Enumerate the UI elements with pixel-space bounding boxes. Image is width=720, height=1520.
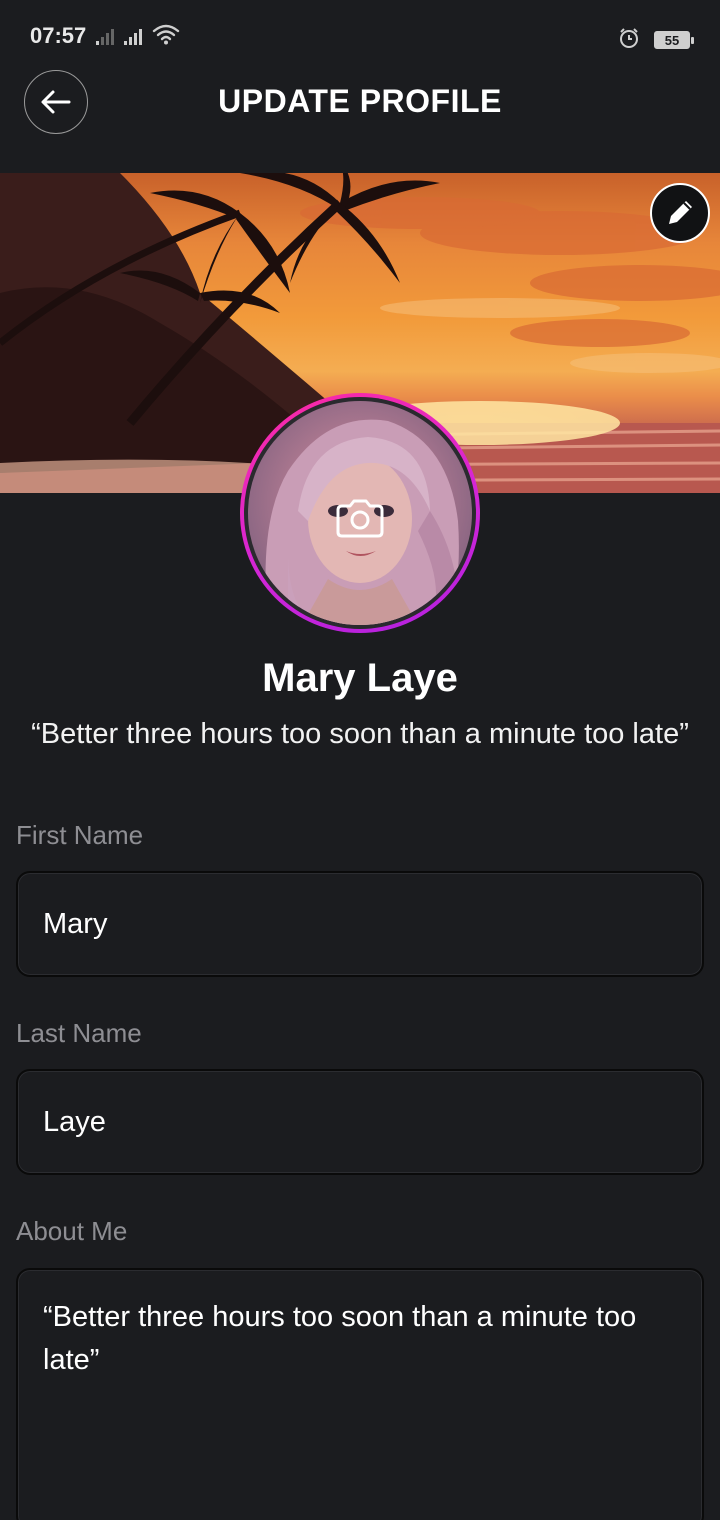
status-right: 55 bbox=[618, 27, 694, 54]
last-name-label: Last Name bbox=[16, 1018, 142, 1048]
status-bar: 07:57 55 bbox=[0, 0, 720, 72]
status-left: 07:57 bbox=[30, 23, 180, 50]
last-name-field[interactable]: Laye bbox=[16, 1069, 704, 1175]
profile-bio: “Better three hours too soon than a minu… bbox=[31, 718, 689, 750]
profile-name: Mary Laye bbox=[262, 656, 458, 700]
battery-icon: 55 bbox=[654, 31, 694, 49]
page-title: UPDATE PROFILE bbox=[218, 82, 502, 119]
edit-cover-button[interactable] bbox=[650, 183, 710, 243]
signal-strong-icon bbox=[124, 27, 143, 45]
about-me-field[interactable]: “Better three hours too soon than a minu… bbox=[16, 1268, 704, 1520]
first-name-label: First Name bbox=[16, 820, 144, 850]
wifi-icon bbox=[152, 23, 180, 50]
status-time: 07:57 bbox=[30, 23, 87, 48]
alarm-icon bbox=[618, 27, 640, 54]
pencil-icon bbox=[669, 201, 692, 224]
camera-icon bbox=[336, 499, 384, 538]
about-me-label: About Me bbox=[16, 1216, 128, 1246]
header: UPDATE PROFILE bbox=[0, 66, 720, 136]
arrow-left-icon bbox=[41, 90, 71, 114]
signal-weak-icon bbox=[96, 27, 115, 45]
change-avatar-button[interactable] bbox=[331, 495, 389, 543]
back-button[interactable] bbox=[24, 70, 88, 134]
first-name-field[interactable]: Mary bbox=[16, 871, 704, 977]
